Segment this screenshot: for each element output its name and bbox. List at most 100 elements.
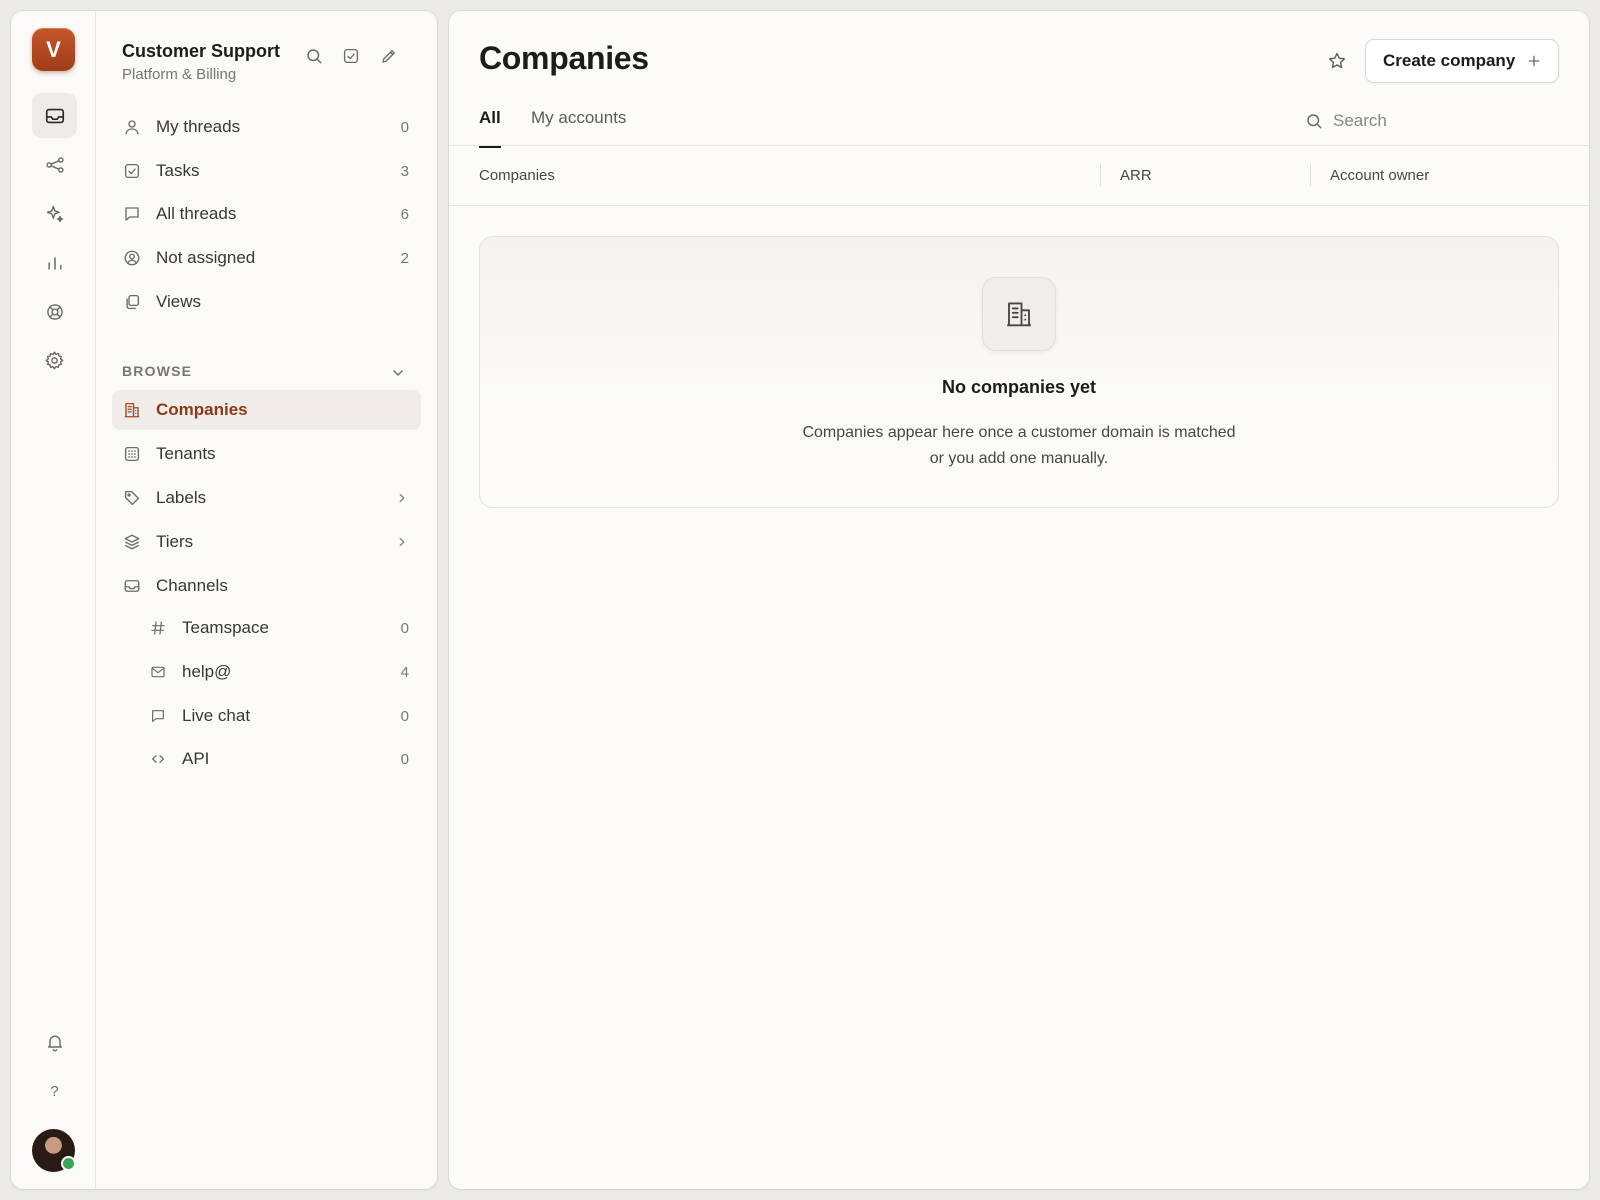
search-icon bbox=[305, 47, 323, 65]
nav-item-tasks[interactable]: Tasks 3 bbox=[112, 151, 421, 191]
channel-count: 0 bbox=[400, 707, 409, 725]
sparkle-icon bbox=[45, 204, 65, 224]
channel-count: 0 bbox=[400, 750, 409, 768]
tab-all[interactable]: All bbox=[479, 108, 501, 148]
chat-bubble-icon bbox=[122, 204, 142, 224]
channel-count: 0 bbox=[400, 619, 409, 637]
nav-item-count: 6 bbox=[400, 205, 409, 223]
ai-rail-button[interactable] bbox=[32, 191, 77, 236]
help-center-rail-button[interactable] bbox=[32, 289, 77, 334]
search-icon bbox=[1305, 112, 1323, 130]
analytics-rail-button[interactable] bbox=[32, 240, 77, 285]
empty-state-title: No companies yet bbox=[941, 377, 1097, 397]
main-panel: Companies Create company All My accounts… bbox=[449, 11, 1589, 1189]
empty-state-line-1: Companies appear here once a customer do… bbox=[802, 424, 1236, 441]
nav-item-label: Not assigned bbox=[156, 248, 256, 267]
user-icon bbox=[122, 117, 142, 137]
copy-icon bbox=[122, 292, 142, 312]
workflows-rail-button[interactable] bbox=[32, 142, 77, 187]
channel-label: Teamspace bbox=[182, 618, 269, 637]
channel-item-live-chat[interactable]: Live chat 0 bbox=[112, 696, 421, 736]
lifebuoy-icon bbox=[45, 302, 65, 322]
hash-icon bbox=[148, 618, 168, 638]
nav-item-tenants[interactable]: Tenants bbox=[112, 434, 421, 474]
nav-item-count: 2 bbox=[400, 249, 409, 267]
chevron-right-icon bbox=[395, 491, 409, 505]
nav-item-label: Labels bbox=[156, 488, 207, 507]
nav-item-companies[interactable]: Companies bbox=[112, 390, 421, 430]
user-circle-icon bbox=[122, 248, 142, 268]
column-header-account-owner[interactable]: Account owner bbox=[1330, 167, 1429, 184]
tasks-button[interactable] bbox=[340, 45, 362, 67]
nav-item-all-threads[interactable]: All threads 6 bbox=[112, 194, 421, 234]
pencil-icon bbox=[380, 47, 398, 65]
user-avatar[interactable] bbox=[32, 1129, 76, 1172]
create-company-button[interactable]: Create company bbox=[1365, 39, 1559, 83]
nav-item-label: All threads bbox=[156, 204, 237, 223]
nav-item-channels[interactable]: Channels bbox=[112, 566, 421, 606]
channel-label: Live chat bbox=[182, 706, 251, 725]
checkbox-icon bbox=[342, 47, 360, 65]
plus-icon bbox=[1526, 53, 1542, 69]
channel-item-help[interactable]: help@ 4 bbox=[112, 652, 421, 692]
channel-label: API bbox=[182, 749, 210, 768]
empty-state: No companies yet Companies appear here o… bbox=[479, 236, 1559, 508]
settings-rail-button[interactable] bbox=[32, 338, 77, 383]
browse-collapse-toggle[interactable] bbox=[390, 365, 406, 381]
favorite-button[interactable] bbox=[1325, 49, 1349, 73]
chevron-right-icon bbox=[395, 535, 409, 549]
compose-button[interactable] bbox=[378, 45, 400, 67]
checkbox-icon bbox=[122, 161, 142, 181]
nav-item-tiers[interactable]: Tiers bbox=[112, 522, 421, 562]
nav-item-label: Channels bbox=[156, 576, 228, 595]
nav-item-label: Tasks bbox=[156, 161, 200, 180]
empty-state-icon-tile bbox=[982, 277, 1056, 351]
search-box[interactable] bbox=[1305, 109, 1555, 133]
chat-bubble-icon bbox=[148, 706, 168, 726]
channel-item-teamspace[interactable]: Teamspace 0 bbox=[112, 608, 421, 648]
create-company-label: Create company bbox=[1383, 51, 1516, 70]
search-input[interactable] bbox=[1333, 111, 1533, 131]
help-rail-button[interactable]: ? bbox=[32, 1069, 77, 1114]
building-icon bbox=[122, 400, 142, 420]
nav-item-label: Companies bbox=[156, 400, 248, 419]
nav-item-views[interactable]: Views bbox=[112, 282, 421, 322]
column-header-companies[interactable]: Companies bbox=[479, 167, 555, 184]
bar-chart-icon bbox=[45, 253, 65, 273]
inbox-rail-button[interactable] bbox=[32, 93, 77, 138]
channel-count: 4 bbox=[400, 663, 409, 681]
tab-my-accounts[interactable]: My accounts bbox=[531, 108, 626, 148]
bell-icon bbox=[45, 1032, 65, 1052]
browse-section-label: BROWSE bbox=[122, 363, 193, 379]
nav-item-label: Tiers bbox=[156, 532, 194, 551]
table-header: Companies ARR Account owner bbox=[449, 146, 1589, 206]
sidebar: Customer Support Platform & Billing My t… bbox=[96, 11, 437, 1189]
nav-item-not-assigned[interactable]: Not assigned 2 bbox=[112, 238, 421, 278]
layers-icon bbox=[122, 532, 142, 552]
chevron-down-icon bbox=[390, 365, 406, 381]
nav-item-my-threads[interactable]: My threads 0 bbox=[112, 107, 421, 147]
nav-item-labels[interactable]: Labels bbox=[112, 478, 421, 518]
inbox-icon bbox=[122, 576, 142, 596]
column-separator bbox=[1100, 164, 1101, 186]
inbox-icon bbox=[44, 105, 66, 127]
tag-icon bbox=[122, 488, 142, 508]
star-icon bbox=[1327, 51, 1347, 71]
workspace-logo[interactable]: V bbox=[32, 28, 75, 71]
nav-item-label: Tenants bbox=[156, 444, 216, 463]
nav-item-count: 3 bbox=[400, 162, 409, 180]
empty-state-description: Companies appear here once a customer do… bbox=[480, 420, 1558, 472]
search-button[interactable] bbox=[303, 45, 325, 67]
grid-icon bbox=[122, 444, 142, 464]
column-header-arr[interactable]: ARR bbox=[1120, 167, 1152, 184]
code-icon bbox=[148, 749, 168, 769]
workspace-subtitle: Platform & Billing bbox=[122, 66, 237, 83]
nav-item-label: Views bbox=[156, 292, 202, 311]
column-separator bbox=[1310, 164, 1311, 186]
workspace-name[interactable]: Customer Support bbox=[122, 41, 280, 62]
channel-item-api[interactable]: API 0 bbox=[112, 739, 421, 779]
question-mark-icon: ? bbox=[50, 1083, 59, 1100]
notifications-rail-button[interactable] bbox=[32, 1019, 77, 1064]
building-icon bbox=[1004, 299, 1034, 329]
icon-rail: V ? bbox=[11, 11, 96, 1189]
